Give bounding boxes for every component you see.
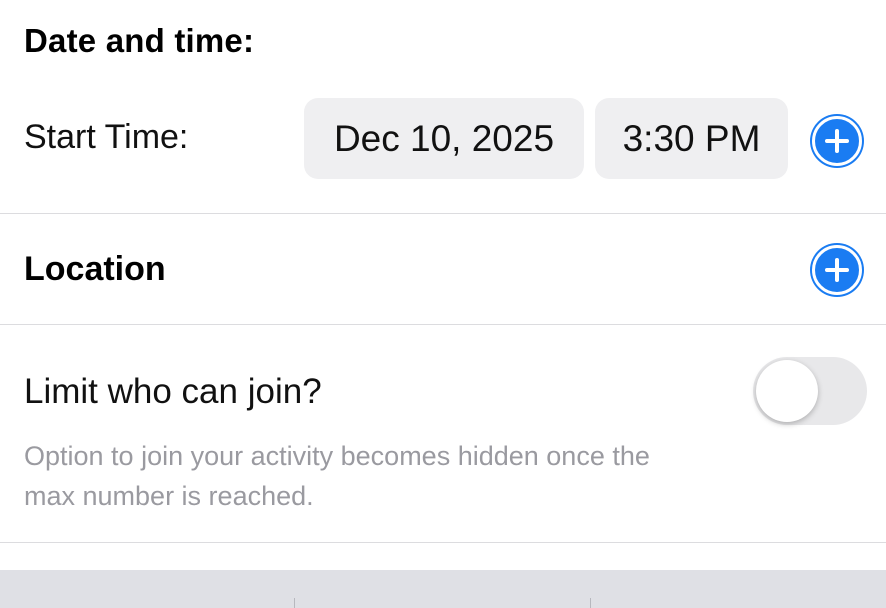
toolbar-separator bbox=[590, 598, 591, 608]
limit-join-hint: Option to join your activity becomes hid… bbox=[24, 441, 650, 511]
add-location-plus-icon[interactable] bbox=[812, 245, 862, 295]
date-picker-button[interactable]: Dec 10, 2025 bbox=[304, 98, 584, 179]
location-label: Location bbox=[24, 250, 166, 288]
time-picker-button[interactable]: 3:30 PM bbox=[595, 98, 788, 179]
limit-join-label: Limit who can join? bbox=[24, 372, 322, 411]
divider bbox=[0, 213, 886, 214]
date-time-header: Date and time: bbox=[24, 22, 255, 59]
bottom-toolbar bbox=[0, 570, 886, 608]
toolbar-separator bbox=[294, 598, 295, 608]
start-time-row: Start Time: Dec 10, 2025 3:30 PM bbox=[0, 98, 886, 180]
start-time-label: Start Time: bbox=[24, 118, 189, 156]
toggle-knob bbox=[756, 360, 818, 422]
divider bbox=[0, 542, 886, 543]
add-time-plus-icon[interactable] bbox=[812, 116, 862, 166]
divider bbox=[0, 324, 886, 325]
limit-join-toggle[interactable] bbox=[753, 357, 867, 425]
